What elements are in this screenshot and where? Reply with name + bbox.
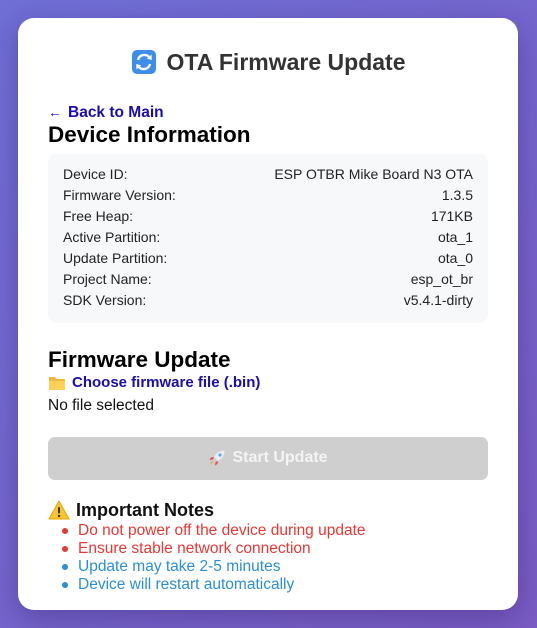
refresh-arrows-icon bbox=[131, 49, 157, 75]
note-text: Ensure stable network connection bbox=[78, 539, 311, 557]
info-label: Update Partition: bbox=[63, 250, 168, 266]
start-update-label: Start Update bbox=[232, 449, 328, 466]
note-item: Update may take 2-5 minutes bbox=[60, 558, 488, 576]
info-value: 171KB bbox=[430, 208, 473, 224]
bullet-icon bbox=[62, 581, 68, 588]
bullet-icon bbox=[62, 563, 68, 570]
page-header: OTA Firmware Update bbox=[48, 46, 488, 78]
info-row-sdk-version: SDK Version: v5.4.1-dirty bbox=[63, 290, 473, 311]
notes-list: Do not power off the device during updat… bbox=[48, 522, 488, 594]
info-row-project-name: Project Name: esp_ot_br bbox=[63, 269, 473, 290]
bullet-icon bbox=[62, 545, 68, 552]
rocket-icon bbox=[208, 449, 226, 467]
device-info-heading: Device Information bbox=[48, 122, 251, 147]
info-label: Project Name: bbox=[63, 271, 152, 287]
choose-firmware-file-button[interactable]: Choose firmware file (.bin) bbox=[48, 374, 260, 391]
info-row-free-heap: Free Heap: 171KB bbox=[63, 206, 473, 227]
start-update-button[interactable]: Start Update bbox=[48, 436, 488, 480]
file-status-text: No file selected bbox=[48, 396, 154, 414]
info-value: ota_1 bbox=[437, 229, 473, 245]
warning-icon bbox=[48, 500, 70, 520]
info-row-active-partition: Active Partition: ota_1 bbox=[63, 227, 473, 248]
info-label: Firmware Version: bbox=[63, 187, 176, 203]
ota-card: OTA Firmware Update ← Back to Main Device… bbox=[18, 18, 518, 610]
notes-heading-text: Important Notes bbox=[76, 499, 215, 520]
info-label: Device ID: bbox=[63, 166, 128, 182]
info-row-device-id: Device ID: ESP OTBR Mike Board N3 OTA bbox=[63, 164, 473, 185]
bullet-icon bbox=[62, 527, 68, 534]
info-label: Free Heap: bbox=[63, 208, 134, 224]
info-value: ESP OTBR Mike Board N3 OTA bbox=[274, 166, 473, 182]
info-row-update-partition: Update Partition: ota_0 bbox=[63, 248, 473, 269]
firmware-update-heading: Firmware Update bbox=[48, 347, 231, 372]
back-to-main-link[interactable]: ← Back to Main bbox=[48, 104, 164, 122]
note-text: Do not power off the device during updat… bbox=[78, 521, 366, 539]
note-text: Update may take 2-5 minutes bbox=[78, 557, 281, 575]
info-label: SDK Version: bbox=[63, 292, 147, 308]
note-item: Ensure stable network connection bbox=[60, 540, 488, 558]
choose-file-label: Choose firmware file (.bin) bbox=[72, 374, 261, 391]
info-value: 1.3.5 bbox=[441, 187, 473, 203]
device-info-panel: Device ID: ESP OTBR Mike Board N3 OTA Fi… bbox=[48, 154, 488, 323]
folder-icon bbox=[48, 375, 66, 391]
info-label: Active Partition: bbox=[63, 229, 161, 245]
info-row-firmware-version: Firmware Version: 1.3.5 bbox=[63, 185, 473, 206]
page-title: OTA Firmware Update bbox=[166, 48, 406, 75]
info-value: esp_ot_br bbox=[410, 271, 473, 287]
note-item: Do not power off the device during updat… bbox=[60, 522, 488, 540]
back-link-label: Back to Main bbox=[68, 104, 164, 121]
info-value: ota_0 bbox=[437, 250, 473, 266]
note-text: Device will restart automatically bbox=[78, 575, 295, 593]
important-notes-heading: Important Notes bbox=[48, 500, 488, 521]
note-item: Device will restart automatically bbox=[60, 576, 488, 594]
info-value: v5.4.1-dirty bbox=[403, 292, 473, 308]
back-arrow-icon: ← bbox=[48, 104, 62, 120]
